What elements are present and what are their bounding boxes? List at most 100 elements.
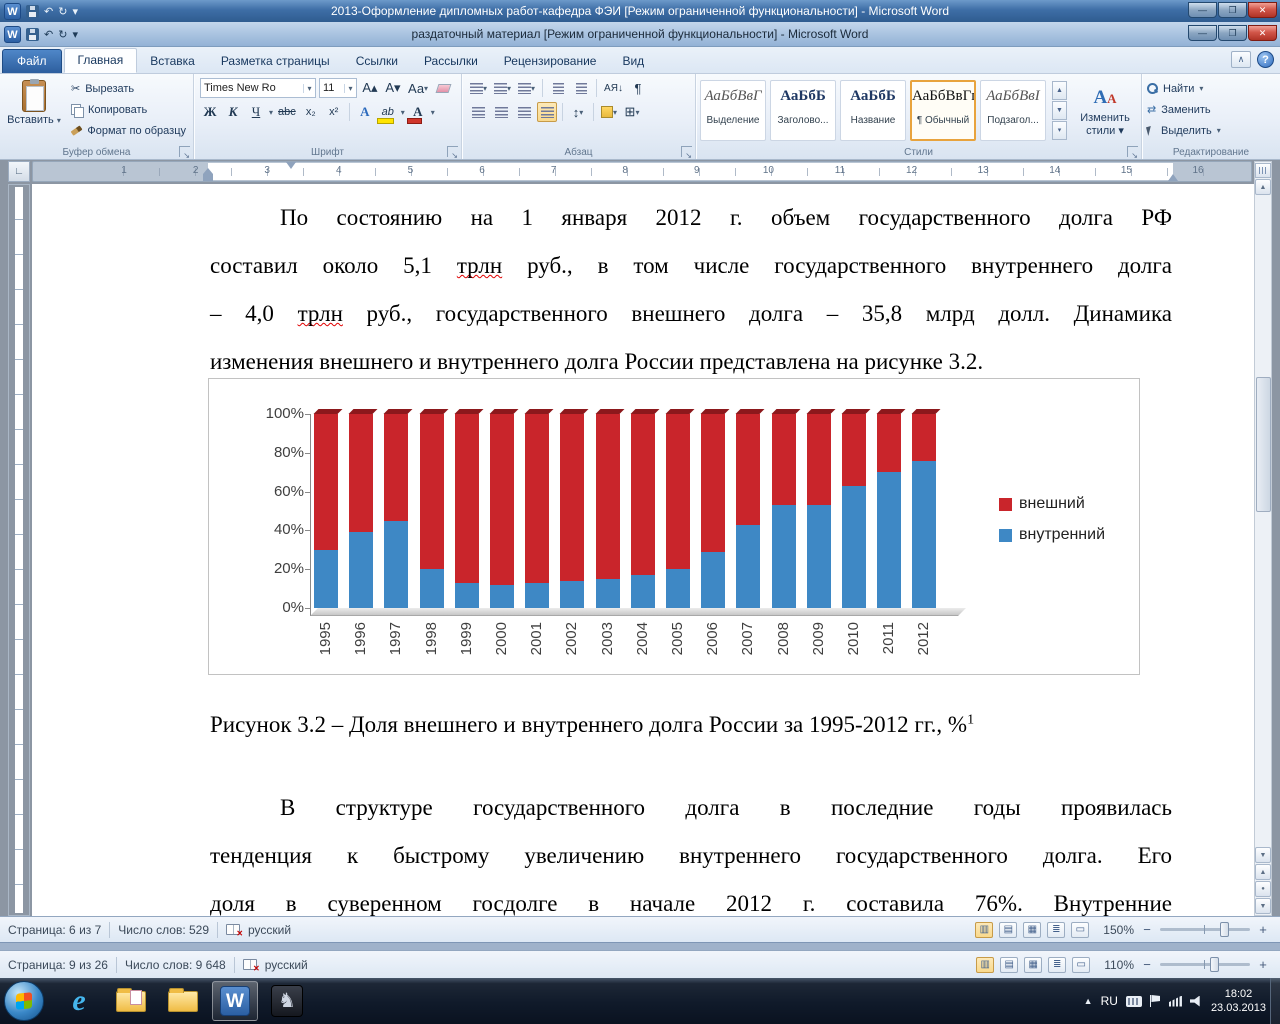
clock[interactable]: 18:02 23.03.2013 <box>1211 987 1266 1015</box>
maximize-button[interactable]: ❐ <box>1218 2 1247 18</box>
select-button[interactable]: Выделить ▾ <box>1145 121 1275 140</box>
align-right-button[interactable] <box>514 102 534 122</box>
tab-Файл[interactable]: Файл <box>2 49 62 73</box>
word-taskbar-button[interactable]: W <box>212 981 258 1021</box>
app-taskbar-button[interactable]: ♞ <box>264 981 310 1021</box>
web-layout-view-button[interactable]: ▦ <box>1024 956 1043 973</box>
clear-formatting-button[interactable] <box>433 78 453 98</box>
proofing-status-icon[interactable] <box>226 924 243 938</box>
language-input-indicator[interactable]: RU <box>1101 994 1118 1008</box>
text-effects-button[interactable]: А <box>355 102 375 122</box>
bullets-button[interactable]: ▾ <box>468 78 489 98</box>
next-page-button[interactable]: ▼ <box>1255 898 1271 914</box>
minimize-ribbon-button[interactable]: ∧ <box>1231 51 1251 68</box>
page-indicator[interactable]: Страница: 9 из 26 <box>8 958 108 972</box>
sort-button[interactable]: АЯ↓ <box>602 78 625 98</box>
decrease-indent-button[interactable] <box>548 78 568 98</box>
tab-Рецензирование[interactable]: Рецензирование <box>491 50 610 73</box>
start-button[interactable] <box>4 981 44 1021</box>
underline-button[interactable]: Ч <box>246 102 266 122</box>
style-card-¶ Обычный[interactable]: АаБбВвГг, ¶ Обычный <box>910 80 976 141</box>
paste-dropdown-icon[interactable]: ▾ <box>57 116 61 125</box>
outline-view-button[interactable]: ≣ <box>1047 921 1066 938</box>
embedded-chart[interactable]: 100% 80% 60% 40% 20% 0% 1995 1996 1997 1998 1999 20… <box>208 378 1140 675</box>
zoom-out-button[interactable]: − <box>1140 957 1154 972</box>
full-screen-reading-view-button[interactable]: ▤ <box>999 921 1018 938</box>
paragraph-dialog-launcher[interactable] <box>681 146 692 160</box>
styles-dialog-launcher[interactable] <box>1127 146 1138 160</box>
change-styles-button[interactable]: АА Изменить стили ▾ <box>1074 85 1136 137</box>
horizontal-ruler[interactable]: 1 2 3 4 5 6 7 8 9 10 11 12 13 14 15 16 <box>32 161 1252 182</box>
show-desktop-button[interactable] <box>1270 978 1280 1024</box>
vertical-ruler[interactable] <box>8 184 30 916</box>
change-case-button[interactable]: Аа ▾ <box>406 78 430 98</box>
select-browse-object-button[interactable]: ● <box>1255 881 1271 897</box>
language-indicator[interactable]: русский <box>265 958 308 972</box>
font-family-dropdown-icon[interactable]: ▾ <box>303 83 315 93</box>
action-center-flag-icon[interactable] <box>1149 995 1161 1007</box>
qat-dropdown-icon[interactable]: ▾ <box>72 5 78 18</box>
format-painter-button[interactable]: Формат по образцу <box>68 120 189 141</box>
zoom-slider-thumb[interactable] <box>1210 957 1219 972</box>
keyboard-icon[interactable] <box>1125 995 1142 1007</box>
previous-page-button[interactable]: ▲ <box>1255 864 1271 880</box>
tab-Рассылки[interactable]: Рассылки <box>411 50 491 73</box>
redo-icon[interactable]: ↻ <box>58 5 67 18</box>
style-card-Подзагол...[interactable]: АаБбВвІ Подзагол... <box>980 80 1046 141</box>
save-icon[interactable] <box>26 4 39 18</box>
tab-Вставка[interactable]: Вставка <box>137 50 208 73</box>
font-dialog-launcher[interactable] <box>447 146 458 160</box>
font-color-dropdown-icon[interactable]: ▾ <box>431 108 435 117</box>
redo-icon[interactable]: ↻ <box>58 28 67 41</box>
page-indicator[interactable]: Страница: 6 из 7 <box>8 923 101 937</box>
scroll-down-button[interactable]: ▼ <box>1255 847 1271 863</box>
proofing-status-icon[interactable] <box>242 959 260 973</box>
full-screen-reading-view-button[interactable]: ▤ <box>1000 956 1019 973</box>
style-card-Заголово...[interactable]: АаБбБ Заголово... <box>770 80 836 141</box>
first-line-indent-marker[interactable] <box>286 162 296 169</box>
subscript-button[interactable]: x₂ <box>301 102 321 122</box>
hidden-icons-chevron[interactable]: ▲ <box>1084 996 1093 1006</box>
borders-button[interactable]: ⊞ ▾ <box>622 102 642 122</box>
view-ruler-toggle-button[interactable] <box>1255 163 1271 178</box>
restore-button[interactable]: ❐ <box>1218 25 1247 41</box>
style-gallery-more[interactable]: ▾ <box>1052 121 1067 140</box>
help-button[interactable]: ? <box>1257 51 1274 68</box>
zoom-in-button[interactable]: + <box>1256 957 1270 972</box>
draft-view-button[interactable]: ▭ <box>1072 956 1091 973</box>
font-color-button[interactable]: А <box>406 102 428 124</box>
volume-icon[interactable] <box>1189 995 1200 1007</box>
left-indent-marker[interactable] <box>203 168 213 181</box>
draft-view-button[interactable]: ▭ <box>1071 921 1090 938</box>
scrollbar-thumb[interactable] <box>1256 377 1271 512</box>
justify-button[interactable] <box>537 102 557 122</box>
align-left-button[interactable] <box>468 102 488 122</box>
vertical-scrollbar[interactable]: ▲ ▼ ▲ ● ▼ <box>1254 161 1272 916</box>
tab-Вид[interactable]: Вид <box>609 50 657 73</box>
clipboard-dialog-launcher[interactable] <box>179 146 190 160</box>
print-layout-view-button[interactable]: ▥ <box>975 921 994 938</box>
folder-taskbar-button[interactable] <box>160 981 206 1021</box>
qat-dropdown-icon[interactable]: ▾ <box>72 28 78 41</box>
find-button[interactable]: Найти ▾ <box>1147 79 1275 98</box>
replace-button[interactable]: ⇄ Заменить <box>1147 100 1275 119</box>
multilevel-list-button[interactable]: ▾ <box>516 78 537 98</box>
shrink-font-button[interactable]: А▾ <box>383 78 403 98</box>
tab-stop-selector[interactable]: ∟ <box>8 161 30 182</box>
minimize-button[interactable]: — <box>1188 2 1217 18</box>
outline-view-button[interactable]: ≣ <box>1048 956 1067 973</box>
right-indent-marker[interactable] <box>1168 174 1178 181</box>
shading-button[interactable]: ▾ <box>599 102 619 122</box>
style-scroll-down[interactable]: ▼ <box>1052 101 1067 120</box>
zoom-slider[interactable] <box>1160 957 1250 972</box>
align-center-button[interactable] <box>491 102 511 122</box>
close-button[interactable]: ✕ <box>1248 25 1277 41</box>
close-button[interactable]: ✕ <box>1248 2 1277 18</box>
undo-icon[interactable]: ↶ <box>44 5 53 18</box>
highlight-color-button[interactable]: ab <box>376 102 398 124</box>
internet-explorer-taskbar-button[interactable]: e <box>56 981 102 1021</box>
save-icon[interactable] <box>26 27 39 41</box>
documents-folder-taskbar-button[interactable] <box>108 981 154 1021</box>
font-family-combo[interactable]: Times New Ro ▾ <box>200 78 316 98</box>
bold-button[interactable]: Ж <box>200 102 220 122</box>
